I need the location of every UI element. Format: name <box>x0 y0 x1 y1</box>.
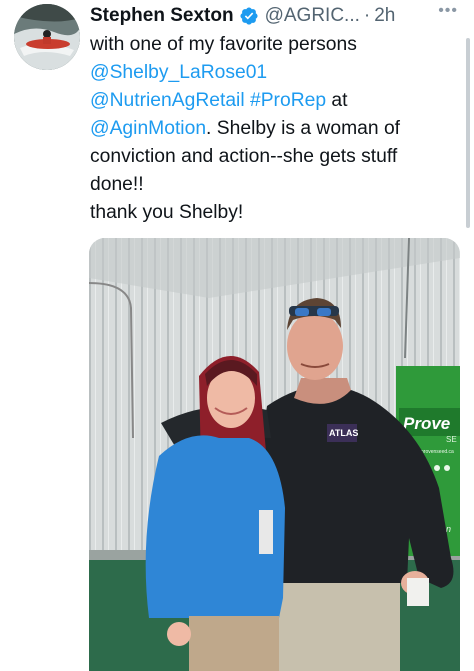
tweet-text-segment: . Shelby is a woman of <box>206 118 401 139</box>
banner-brand: Prove <box>403 414 450 433</box>
author-name[interactable]: Stephen Sexton <box>90 5 234 27</box>
mention-link[interactable]: @Shelby_LaRose01 <box>90 62 267 83</box>
tweet-text-segment: with one of my favorite persons <box>90 34 357 55</box>
scrollbar[interactable] <box>466 38 470 228</box>
author-handle[interactable]: @AGRIC... <box>265 5 360 27</box>
tweet-header: Stephen Sexton @AGRIC... · 2h ••• <box>90 2 464 30</box>
tweet-text-segment: done!! <box>90 174 144 195</box>
author-avatar[interactable] <box>14 4 80 70</box>
more-options-icon[interactable]: ••• <box>438 2 458 20</box>
avatar-image <box>14 4 80 70</box>
tweet-text-line: conviction and action--she gets stuff <box>90 143 466 171</box>
tweet-text-line: thank you Shelby! <box>90 199 466 227</box>
tweet-text-line: with one of my favorite persons <box>90 31 466 59</box>
banner-suffix: SE <box>446 435 457 444</box>
post-time[interactable]: 2h <box>374 5 395 27</box>
tweet-text-segment: at <box>326 90 348 111</box>
mention-link[interactable]: @NutrienAgRetail <box>90 90 245 111</box>
shirt-logo: ATLAS <box>329 428 358 438</box>
tweet-text-line: @NutrienAgRetail #ProRep at <box>90 87 466 115</box>
tweet-photo[interactable]: Prove SE provenseed.ca ien ATLAS <box>89 238 460 671</box>
photo-image: Prove SE provenseed.ca ien ATLAS <box>89 238 460 671</box>
banner-url: provenseed.ca <box>421 449 454 455</box>
verified-badge-icon <box>240 7 258 25</box>
mention-link[interactable]: @AginMotion <box>90 118 206 139</box>
header-separator: · <box>363 5 371 26</box>
tweet-text-line: done!! <box>90 171 466 199</box>
hashtag-link[interactable]: #ProRep <box>250 90 326 111</box>
tweet-text-segment: thank you Shelby! <box>90 202 244 223</box>
tweet-text-line: @AginMotion. Shelby is a woman of <box>90 115 466 143</box>
tweet-text-segment: conviction and action--she gets stuff <box>90 146 398 167</box>
tweet-text-line: @Shelby_LaRose01 <box>90 59 466 87</box>
tweet-text: with one of my favorite persons @Shelby_L… <box>90 31 466 227</box>
